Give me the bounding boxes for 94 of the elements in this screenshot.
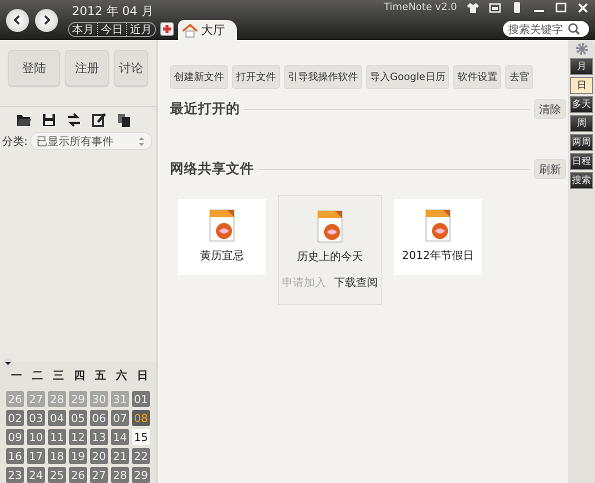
house-icon — [182, 22, 198, 38]
calendar-day[interactable]: 26 — [69, 467, 87, 483]
folder-icon[interactable] — [17, 113, 31, 127]
calendar-day[interactable]: 27 — [27, 391, 45, 407]
calendar-day[interactable]: 13 — [90, 429, 108, 445]
settings-icon[interactable] — [574, 42, 588, 56]
updown-caret-icon — [138, 136, 145, 146]
view-tab[interactable]: 日 — [570, 77, 593, 94]
calendar-day[interactable]: 25 — [48, 467, 66, 483]
file-tile[interactable]: 黄历宜忌 — [178, 199, 266, 275]
shirt-icon[interactable] — [467, 2, 479, 13]
category-dropdown[interactable]: 已显示所有事件 — [30, 132, 152, 150]
calendar-day[interactable]: 12 — [69, 429, 87, 445]
maximize-icon[interactable] — [555, 2, 567, 13]
calendar-day[interactable]: 29 — [132, 467, 150, 483]
weekday-label: 五 — [94, 368, 107, 383]
calendar-day[interactable]: 19 — [69, 448, 87, 464]
calendar-day[interactable]: 08 — [132, 410, 150, 426]
quick-nav-button[interactable]: 今日 — [98, 23, 127, 36]
account-button[interactable]: 登陆 — [8, 50, 60, 86]
calendar-day[interactable]: 28 — [48, 391, 66, 407]
calendar-day[interactable]: 26 — [6, 391, 24, 407]
calendar-day[interactable]: 18 — [48, 448, 66, 464]
section-heading: 最近打开的 — [170, 100, 240, 118]
calendar-day[interactable]: 28 — [111, 467, 129, 483]
view-tab[interactable]: 月 — [570, 58, 593, 75]
calendar-day[interactable]: 31 — [111, 391, 129, 407]
toolbar-button[interactable]: 打开文件 — [232, 65, 280, 89]
calendar-day[interactable]: 07 — [111, 410, 129, 426]
view-tab[interactable]: 周 — [570, 115, 593, 132]
calendar-day[interactable]: 14 — [111, 429, 129, 445]
calendar-day[interactable]: 16 — [6, 448, 24, 464]
calendar-day[interactable]: 05 — [69, 410, 87, 426]
calendar-day[interactable]: 22 — [132, 448, 150, 464]
calendar-day[interactable]: 01 — [132, 391, 150, 407]
search-field[interactable]: 搜索关键字 — [503, 21, 589, 37]
calendar-day[interactable]: 30 — [90, 391, 108, 407]
window-icon[interactable] — [489, 2, 501, 13]
section-button[interactable]: 刷新 — [534, 159, 566, 179]
calendar-day[interactable]: 27 — [90, 467, 108, 483]
calendar-day[interactable]: 21 — [111, 448, 129, 464]
edit-icon[interactable] — [92, 113, 106, 127]
document-icon — [207, 209, 237, 242]
calendar-day[interactable]: 02 — [6, 410, 24, 426]
calendar-day[interactable]: 10 — [27, 429, 45, 445]
account-button[interactable]: 讨论 — [114, 50, 148, 86]
weekday-label: 四 — [73, 368, 86, 383]
collapse-caret-icon[interactable] — [3, 358, 13, 368]
file-tile[interactable]: 2012年节假日 — [394, 199, 482, 275]
weekday-label: 二 — [31, 368, 44, 383]
calendar-day[interactable]: 24 — [27, 467, 45, 483]
calendar-day[interactable]: 04 — [48, 410, 66, 426]
quick-nav-button[interactable]: 近月 — [127, 23, 155, 36]
file-action-link[interactable]: 下载查阅 — [332, 274, 380, 291]
section-heading: 网络共享文件 — [170, 160, 254, 178]
calendar-day[interactable]: 29 — [69, 391, 87, 407]
tab[interactable]: 大厅 — [178, 20, 237, 40]
calendar-day[interactable]: 09 — [6, 429, 24, 445]
toolbar-button[interactable]: 软件设置 — [453, 65, 502, 89]
weekday-label: 一 — [10, 368, 23, 383]
section-button[interactable]: 清除 — [534, 99, 566, 119]
quick-nav-button[interactable]: 本月 — [69, 23, 98, 36]
toolbar-button[interactable]: 去官 — [505, 65, 534, 89]
document-icon — [423, 209, 453, 242]
next-button[interactable] — [35, 8, 58, 32]
copy-icon[interactable] — [117, 113, 131, 127]
transfer-icon[interactable] — [67, 113, 81, 127]
calendar-day[interactable]: 20 — [90, 448, 108, 464]
save-icon[interactable] — [42, 113, 56, 127]
calendar-day[interactable]: 06 — [90, 410, 108, 426]
view-tab[interactable]: 多天 — [570, 96, 593, 113]
calendar-day[interactable]: 17 — [27, 448, 45, 464]
app-title: TimeNote v2.0 — [384, 2, 457, 13]
view-tab[interactable]: 日程 — [570, 153, 593, 170]
calendar-day[interactable]: 23 — [6, 467, 24, 483]
category-label: 分类: — [2, 134, 28, 148]
calendar-day[interactable]: 11 — [48, 429, 66, 445]
previous-button[interactable] — [6, 8, 29, 32]
account-button[interactable]: 注册 — [65, 50, 109, 86]
weekday-label: 日 — [136, 368, 149, 383]
month-label: 2012 年 04 月 — [71, 3, 154, 20]
calendar-day[interactable]: 03 — [27, 410, 45, 426]
document-icon — [315, 210, 345, 243]
toolbar-button[interactable]: 导入Google日历 — [366, 65, 450, 89]
toolbar-button[interactable]: 引导我操作软件 — [284, 65, 362, 89]
view-tab[interactable]: 搜索 — [570, 172, 593, 189]
view-tab[interactable]: 两周 — [570, 134, 593, 151]
close-icon[interactable] — [577, 2, 589, 13]
toolbar-button[interactable]: 创建新文件 — [170, 65, 228, 89]
weekday-label: 三 — [52, 368, 65, 383]
weekday-label: 六 — [114, 368, 128, 383]
calendar-day[interactable]: 15 — [132, 429, 150, 445]
search-icon — [568, 23, 580, 35]
add-tab-icon[interactable] — [160, 22, 174, 36]
